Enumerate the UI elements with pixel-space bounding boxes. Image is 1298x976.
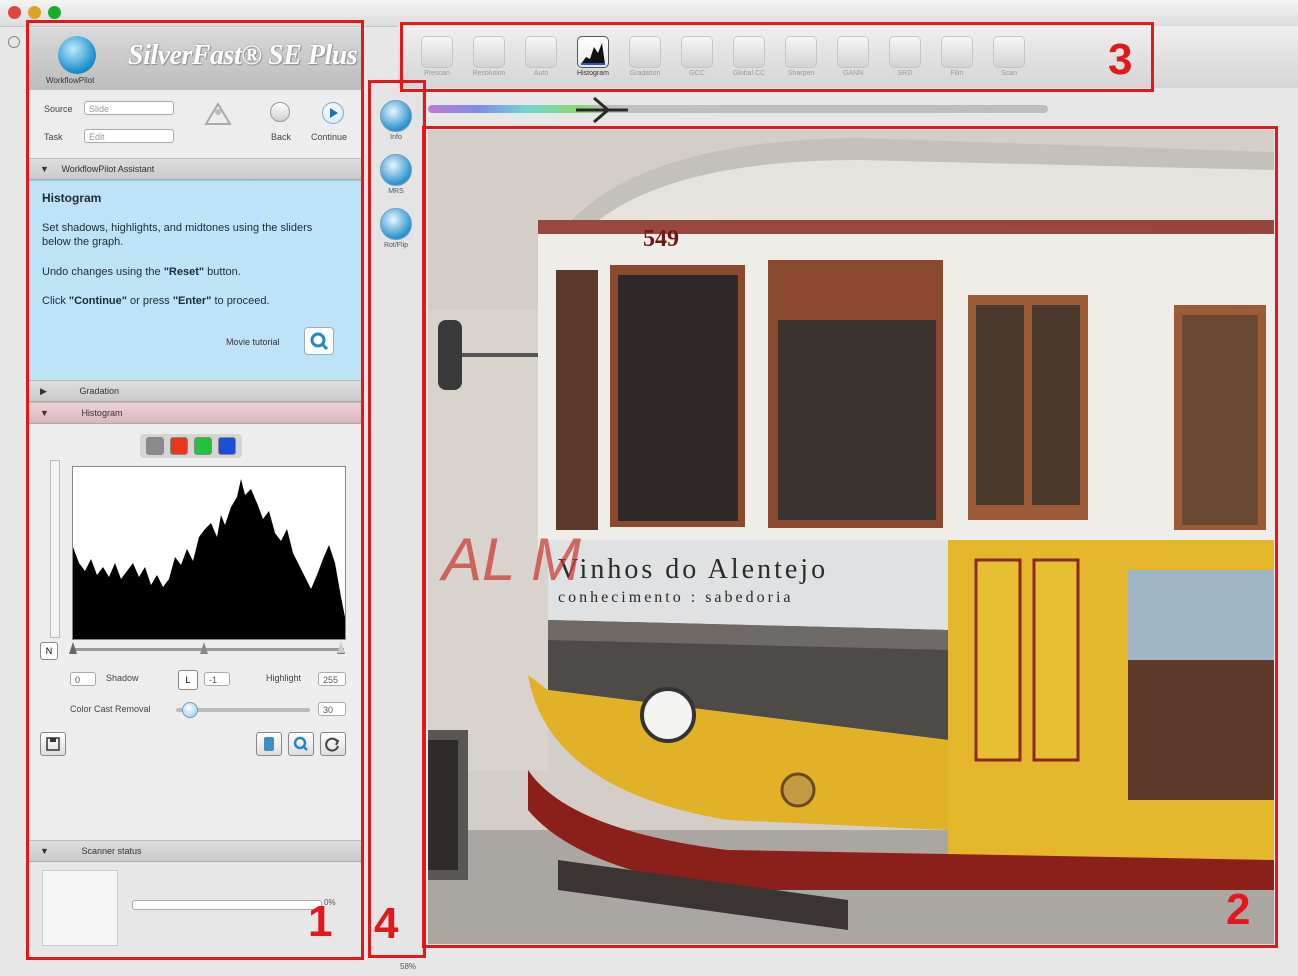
annotation-number-2: 2 (1226, 885, 1251, 934)
minimize-window-button[interactable] (28, 6, 41, 19)
color-gradient-bar (428, 105, 1048, 113)
annotation-box-4 (368, 80, 426, 958)
annotation-box-3 (400, 22, 1154, 92)
sliding-pointer-icon[interactable] (572, 92, 632, 128)
zoom-readout: 58% (400, 962, 417, 971)
annotation-box-1 (26, 20, 364, 960)
close-window-button[interactable] (8, 6, 21, 19)
annotation-number-1: 1 (308, 897, 333, 946)
zoom-window-button[interactable] (48, 6, 61, 19)
annotation-box-2 (422, 126, 1278, 948)
annotation-number-3: 3 (1108, 35, 1133, 84)
panel-toggle-icon[interactable] (8, 36, 20, 48)
annotation-number-4: 4 (374, 899, 399, 948)
